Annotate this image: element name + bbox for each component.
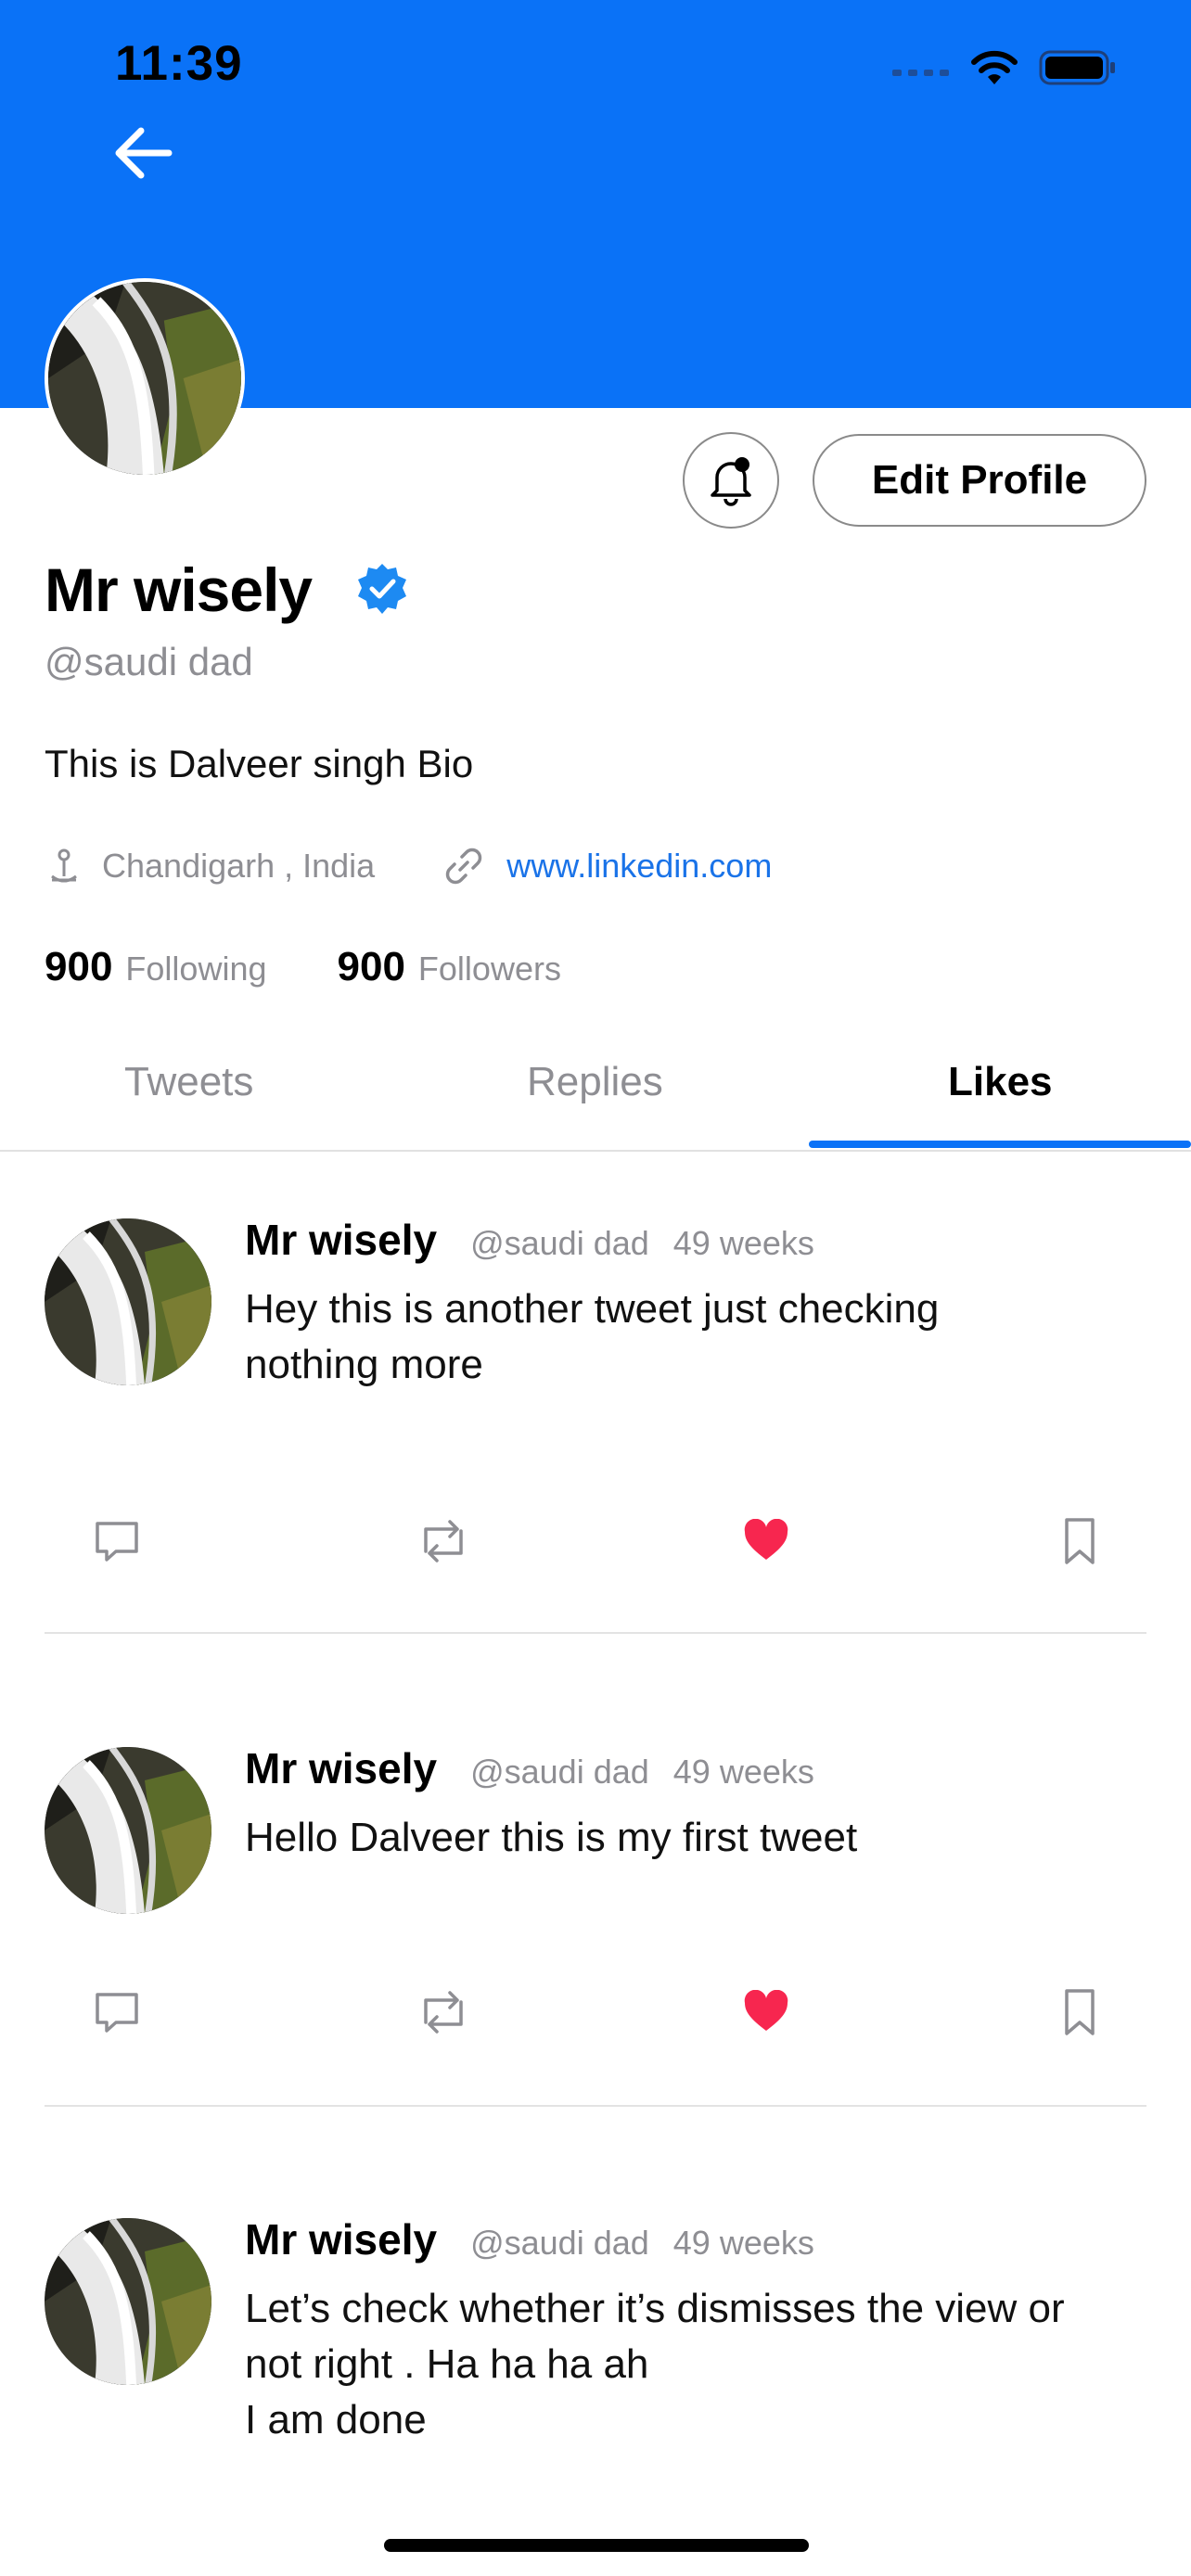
- tweet-text: Let’s check whether it’s dismisses the v…: [245, 2286, 1065, 2442]
- retweet-icon: [424, 1991, 463, 2034]
- tweet-timestamp: 49 weeks: [672, 2224, 814, 2262]
- back-arrow-icon: [115, 127, 173, 179]
- tweet-author-name: Mr wisely: [245, 1216, 438, 1264]
- tweet-text: Hello Dalveer this is my first tweet: [245, 1815, 858, 1860]
- bookmark-button[interactable]: [1052, 1513, 1108, 1569]
- status-icons: [892, 45, 1117, 91]
- tweet-divider: [45, 2105, 1146, 2107]
- avatar-image: [45, 2218, 211, 2385]
- reply-button[interactable]: [89, 1984, 145, 2040]
- heart-icon: [744, 1990, 788, 2031]
- tweet-author-name: Mr wisely: [245, 2215, 438, 2264]
- tweet-author-handle: @saudi dad: [470, 1753, 649, 1791]
- comment-icon: [96, 1993, 138, 2033]
- signal-icon: [892, 70, 949, 76]
- profile-name: Mr wisely: [45, 555, 313, 624]
- notifications-button[interactable]: [683, 432, 779, 529]
- wifi-icon: [971, 50, 1018, 84]
- avatar-image: [45, 1747, 211, 1914]
- following-stat[interactable]: 900 Following: [45, 944, 267, 990]
- tweet-author-handle: @saudi dad: [470, 1224, 649, 1262]
- retweet-icon: [424, 1520, 463, 1562]
- following-count: 900: [45, 944, 113, 989]
- back-button[interactable]: [109, 121, 184, 185]
- tab-likes[interactable]: Likes: [948, 1059, 1053, 1105]
- bookmark-button[interactable]: [1052, 1984, 1108, 2040]
- followers-stat[interactable]: 900 Followers: [338, 944, 561, 990]
- battery-icon: [1039, 50, 1115, 85]
- location-text: Chandigarh , India: [102, 847, 376, 885]
- profile-handle: @saudi dad: [45, 640, 253, 683]
- profile-bio: This is Dalveer singh Bio: [45, 742, 474, 785]
- tweet-timestamp: 49 weeks: [672, 1753, 814, 1791]
- profile-avatar[interactable]: [45, 278, 245, 478]
- tweet-text: Hey this is another tweet just checking …: [245, 1286, 940, 1387]
- bookmark-icon: [1065, 1989, 1095, 2035]
- tweet-divider: [45, 1632, 1146, 1634]
- avatar-image: [48, 282, 241, 475]
- bookmark-icon: [1065, 1518, 1095, 1564]
- following-label: Following: [125, 950, 267, 988]
- tweet-header: Mr wisely @saudi dad 49 weeks: [245, 1215, 814, 1265]
- tweet-avatar[interactable]: [45, 1747, 211, 1914]
- tweet-header: Mr wisely @saudi dad 49 weeks: [245, 2214, 814, 2264]
- link-icon: [446, 848, 482, 885]
- followers-count: 900: [337, 944, 405, 989]
- profile-tabs: Tweets Replies Likes: [0, 1020, 1191, 1152]
- tweet-avatar[interactable]: [45, 1218, 211, 1385]
- profile-meta: Chandigarh , India www.linkedin.com: [45, 846, 772, 886]
- tab-indicator: [809, 1141, 1191, 1148]
- verified-badge-icon: [354, 562, 410, 618]
- tab-tweets[interactable]: Tweets: [124, 1059, 253, 1105]
- edit-profile-button[interactable]: Edit Profile: [813, 434, 1146, 527]
- tweet-header: Mr wisely @saudi dad 49 weeks: [245, 1743, 814, 1793]
- website-link[interactable]: www.linkedin.com: [506, 847, 772, 886]
- followers-label: Followers: [417, 950, 561, 988]
- follow-stats: 900 Following 900 Followers: [45, 944, 561, 990]
- tab-replies[interactable]: Replies: [527, 1059, 663, 1105]
- heart-icon: [744, 1519, 788, 1560]
- avatar-image: [45, 1218, 211, 1385]
- tweet-timestamp: 49 weeks: [672, 1224, 814, 1262]
- tweet-author-name: Mr wisely: [245, 1744, 438, 1792]
- location-pin-icon: [51, 848, 77, 883]
- retweet-button[interactable]: [416, 1984, 471, 2040]
- comment-icon: [96, 1522, 138, 1562]
- like-button[interactable]: [738, 1984, 794, 2040]
- like-button[interactable]: [738, 1513, 794, 1569]
- reply-button[interactable]: [89, 1513, 145, 1569]
- status-time: 11:39: [115, 36, 243, 91]
- tweet-author-handle: @saudi dad: [470, 2224, 649, 2262]
- bell-icon: [711, 457, 751, 506]
- tweet-avatar[interactable]: [45, 2218, 211, 2385]
- home-indicator[interactable]: [384, 2539, 809, 2552]
- retweet-button[interactable]: [416, 1513, 471, 1569]
